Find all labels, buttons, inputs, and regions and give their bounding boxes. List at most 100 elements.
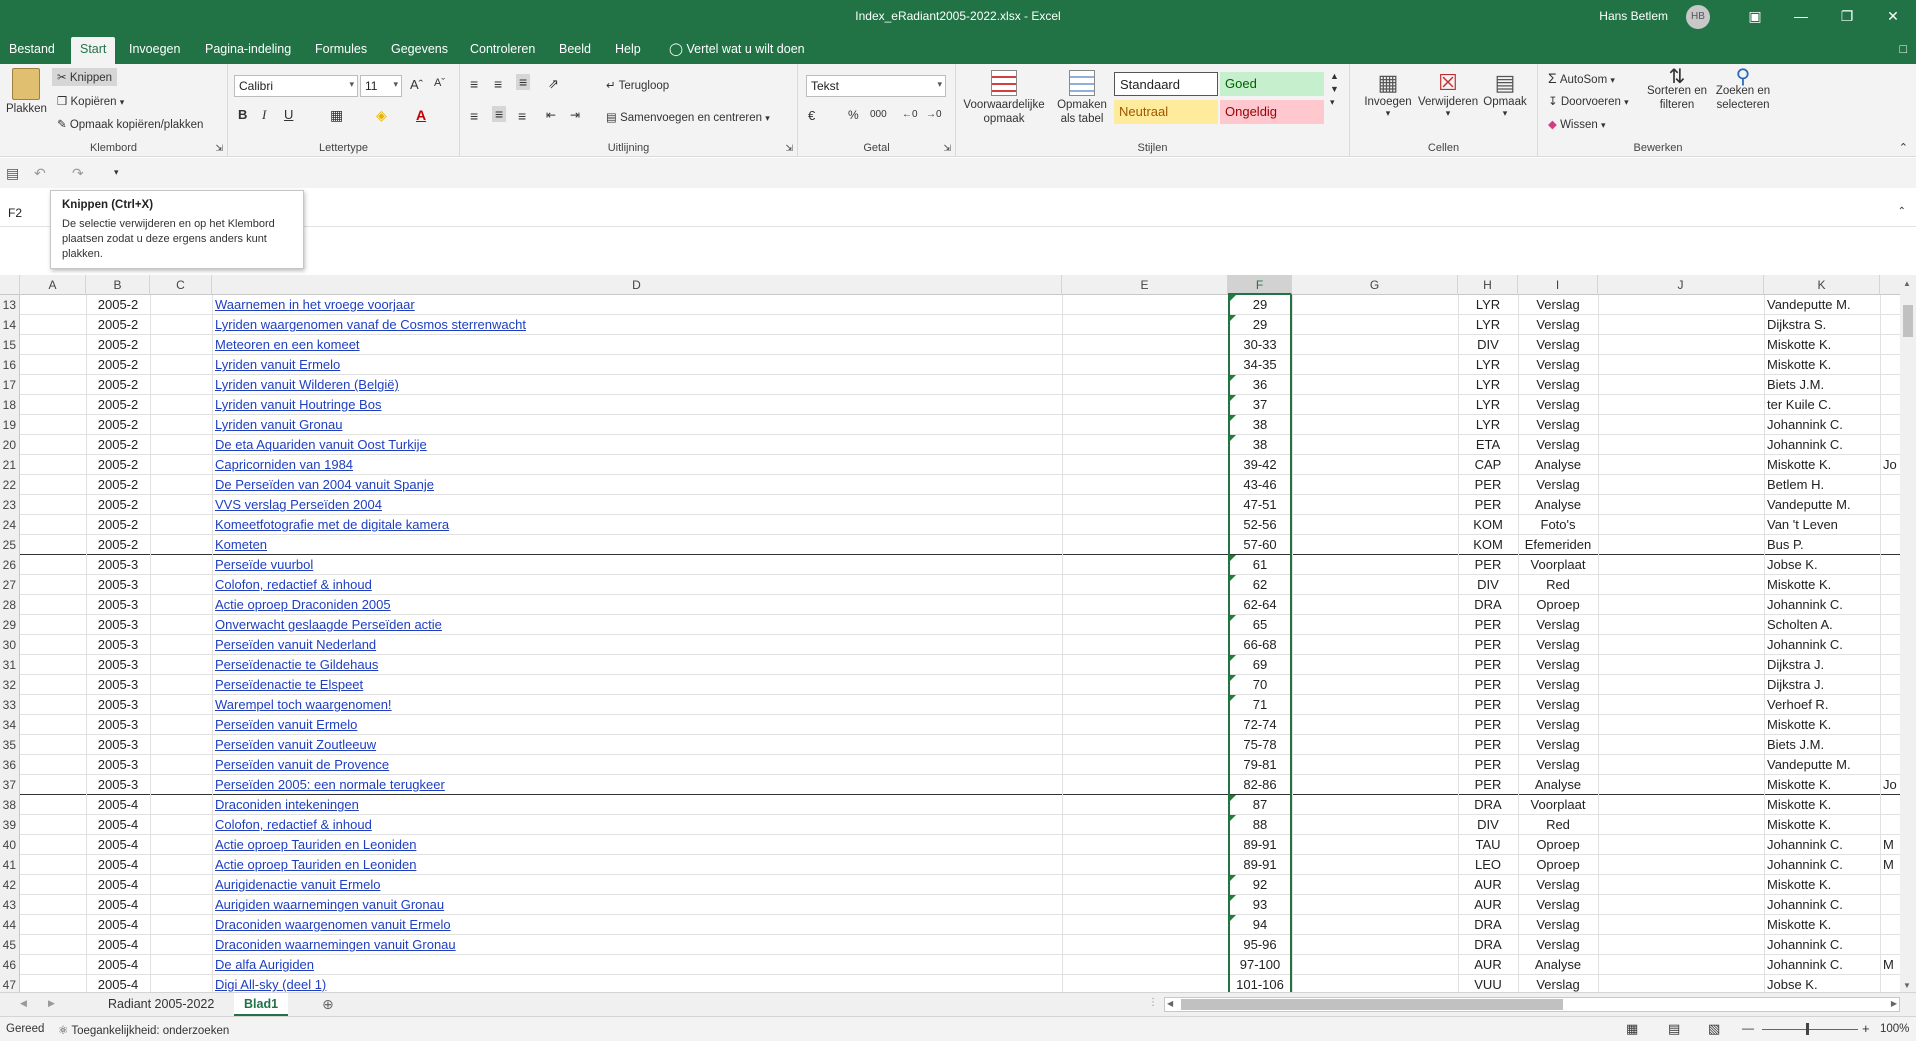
- issue-cell[interactable]: 2005-2: [86, 435, 150, 455]
- code-cell[interactable]: LYR: [1458, 355, 1518, 375]
- code-cell[interactable]: LEO: [1458, 855, 1518, 875]
- error-indicator-icon[interactable]: [1230, 675, 1236, 681]
- row-header[interactable]: 40: [0, 835, 20, 855]
- code-cell[interactable]: DRA: [1458, 915, 1518, 935]
- author-cell[interactable]: Jobse K.: [1764, 975, 1880, 992]
- overflow-cell[interactable]: M: [1880, 955, 1900, 975]
- title-link[interactable]: Actie oproep Tauriden en Leoniden: [212, 835, 1062, 855]
- page-cell[interactable]: 94: [1228, 915, 1292, 935]
- tab-beeld[interactable]: Beeld: [550, 34, 600, 64]
- type-cell[interactable]: Efemeriden: [1518, 535, 1598, 555]
- code-cell[interactable]: DRA: [1458, 935, 1518, 955]
- split-handle-icon[interactable]: ⋮: [1148, 997, 1158, 1008]
- type-cell[interactable]: Verslag: [1518, 635, 1598, 655]
- author-cell[interactable]: Jobse K.: [1764, 555, 1880, 575]
- issue-cell[interactable]: 2005-2: [86, 315, 150, 335]
- align-bottom-icon[interactable]: ≡: [516, 74, 531, 90]
- fill-color-icon[interactable]: ◈: [376, 107, 387, 124]
- row-header[interactable]: 25: [0, 535, 20, 555]
- column-header[interactable]: I: [1518, 275, 1598, 295]
- row-header[interactable]: 23: [0, 495, 20, 515]
- title-link[interactable]: Colofon, redactief & inhoud: [212, 575, 1062, 595]
- type-cell[interactable]: Verslag: [1518, 475, 1598, 495]
- issue-cell[interactable]: 2005-4: [86, 795, 150, 815]
- author-cell[interactable]: Johannink C.: [1764, 955, 1880, 975]
- title-link[interactable]: Lyriden vanuit Gronau: [212, 415, 1062, 435]
- type-cell[interactable]: Oproep: [1518, 835, 1598, 855]
- code-cell[interactable]: ETA: [1458, 435, 1518, 455]
- type-cell[interactable]: Verslag: [1518, 715, 1598, 735]
- title-link[interactable]: Perseïden vanuit Zoutleeuw: [212, 735, 1062, 755]
- page-cell[interactable]: 93: [1228, 895, 1292, 915]
- error-indicator-icon[interactable]: [1230, 575, 1236, 581]
- title-link[interactable]: Digi All-sky (deel 1): [212, 975, 1062, 992]
- code-cell[interactable]: PER: [1458, 655, 1518, 675]
- find-select-button[interactable]: ⚲ Zoeken en selecteren: [1712, 67, 1774, 112]
- type-cell[interactable]: Verslag: [1518, 915, 1598, 935]
- currency-icon[interactable]: €: [808, 108, 815, 123]
- title-link[interactable]: Actie oproep Tauriden en Leoniden: [212, 855, 1062, 875]
- type-cell[interactable]: Verslag: [1518, 355, 1598, 375]
- row-header[interactable]: 33: [0, 695, 20, 715]
- page-cell[interactable]: 36: [1228, 375, 1292, 395]
- issue-cell[interactable]: 2005-3: [86, 675, 150, 695]
- prev-sheet-icon[interactable]: ◀: [20, 998, 27, 1009]
- page-cell[interactable]: 37: [1228, 395, 1292, 415]
- type-cell[interactable]: Verslag: [1518, 375, 1598, 395]
- column-header[interactable]: K: [1764, 275, 1880, 295]
- issue-cell[interactable]: 2005-4: [86, 895, 150, 915]
- issue-cell[interactable]: 2005-3: [86, 595, 150, 615]
- zoom-out-icon[interactable]: —: [1742, 1021, 1754, 1035]
- error-indicator-icon[interactable]: [1230, 315, 1236, 321]
- issue-cell[interactable]: 2005-3: [86, 695, 150, 715]
- title-link[interactable]: Komeetfotografie met de digitale kamera: [212, 515, 1062, 535]
- page-cell[interactable]: 65: [1228, 615, 1292, 635]
- zoom-slider[interactable]: [1762, 1029, 1858, 1030]
- code-cell[interactable]: PER: [1458, 475, 1518, 495]
- decrease-font-icon[interactable]: Aˇ: [434, 77, 445, 89]
- title-link[interactable]: Kometen: [212, 535, 1062, 555]
- author-cell[interactable]: Miskotte K.: [1764, 775, 1880, 795]
- author-cell[interactable]: Miskotte K.: [1764, 455, 1880, 475]
- issue-cell[interactable]: 2005-2: [86, 335, 150, 355]
- scroll-up-icon[interactable]: ▲: [1903, 279, 1911, 288]
- code-cell[interactable]: LYR: [1458, 395, 1518, 415]
- increase-decimal-icon[interactable]: ←0: [902, 109, 918, 120]
- page-cell[interactable]: 82-86: [1228, 775, 1292, 795]
- code-cell[interactable]: DRA: [1458, 795, 1518, 815]
- percent-icon[interactable]: %: [848, 108, 859, 122]
- row-header[interactable]: 21: [0, 455, 20, 475]
- issue-cell[interactable]: 2005-2: [86, 375, 150, 395]
- author-cell[interactable]: Dijkstra S.: [1764, 315, 1880, 335]
- code-cell[interactable]: PER: [1458, 695, 1518, 715]
- code-cell[interactable]: DIV: [1458, 815, 1518, 835]
- author-cell[interactable]: Miskotte K.: [1764, 875, 1880, 895]
- normal-view-icon[interactable]: ▦: [1626, 1021, 1638, 1037]
- overflow-cell[interactable]: M: [1880, 835, 1900, 855]
- error-indicator-icon[interactable]: [1230, 615, 1236, 621]
- align-right-icon[interactable]: ≡: [518, 108, 526, 124]
- page-cell[interactable]: 66-68: [1228, 635, 1292, 655]
- increase-font-icon[interactable]: Aˆ: [410, 77, 423, 92]
- row-header[interactable]: 29: [0, 615, 20, 635]
- style-goed[interactable]: Goed: [1220, 72, 1324, 96]
- author-cell[interactable]: Miskotte K.: [1764, 575, 1880, 595]
- issue-cell[interactable]: 2005-3: [86, 575, 150, 595]
- title-link[interactable]: Actie oproep Draconiden 2005: [212, 595, 1062, 615]
- horizontal-scrollbar[interactable]: ◀ ▶: [1164, 997, 1900, 1012]
- title-link[interactable]: Draconiden waargenomen vanuit Ermelo: [212, 915, 1062, 935]
- type-cell[interactable]: Verslag: [1518, 315, 1598, 335]
- row-header[interactable]: 32: [0, 675, 20, 695]
- row-header[interactable]: 17: [0, 375, 20, 395]
- code-cell[interactable]: VUU: [1458, 975, 1518, 992]
- issue-cell[interactable]: 2005-4: [86, 915, 150, 935]
- decrease-decimal-icon[interactable]: →0: [926, 109, 942, 120]
- page-layout-icon[interactable]: ▤: [1668, 1021, 1680, 1037]
- scroll-down-icon[interactable]: ▼: [1903, 981, 1911, 990]
- align-middle-icon[interactable]: ≡: [494, 76, 502, 92]
- title-link[interactable]: Perseïden vanuit de Provence: [212, 755, 1062, 775]
- row-header[interactable]: 13: [0, 295, 20, 315]
- author-cell[interactable]: Vandeputte M.: [1764, 495, 1880, 515]
- title-link[interactable]: Lyriden waargenomen vanaf de Cosmos ster…: [212, 315, 1062, 335]
- column-header[interactable]: E: [1062, 275, 1228, 295]
